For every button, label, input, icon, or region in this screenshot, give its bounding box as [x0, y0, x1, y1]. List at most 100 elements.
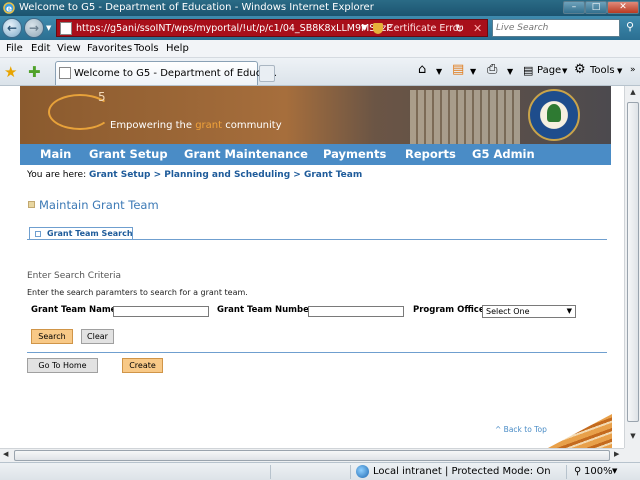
- close-window-button[interactable]: ✕: [607, 1, 639, 14]
- menu-view[interactable]: View: [57, 43, 81, 54]
- scroll-down-icon[interactable]: ▼: [627, 432, 639, 444]
- library-shelves-image: [410, 90, 520, 144]
- status-separator: [270, 465, 271, 479]
- nav-reports[interactable]: Reports: [405, 147, 456, 161]
- scroll-left-icon[interactable]: ◀: [3, 450, 8, 458]
- horizontal-scroll-thumb[interactable]: [14, 450, 610, 461]
- zoom-dropdown-icon[interactable]: ▼: [612, 467, 617, 475]
- chevron-right-icon[interactable]: »: [630, 65, 636, 75]
- live-search-box[interactable]: [492, 19, 620, 37]
- url-dropdown-icon[interactable]: ▼: [361, 23, 367, 32]
- page-menu[interactable]: Page: [537, 65, 561, 76]
- stop-icon[interactable]: ✕: [473, 22, 482, 35]
- zoom-level[interactable]: 100%: [584, 466, 613, 477]
- tagline-highlight: grant: [195, 120, 223, 131]
- forward-arrow-icon: →: [28, 21, 40, 35]
- menu-file[interactable]: File: [6, 43, 23, 54]
- chevron-down-icon: ▼: [566, 307, 572, 315]
- search-icon[interactable]: ⚲: [622, 20, 638, 36]
- breadcrumb-path[interactable]: Grant Setup > Planning and Scheduling > …: [89, 170, 362, 180]
- nav-grant-setup[interactable]: Grant Setup: [89, 147, 168, 161]
- tab-box-icon: [35, 231, 41, 237]
- breadcrumb: You are here: Grant Setup > Planning and…: [27, 170, 362, 180]
- program-office-select[interactable]: Select One ▼: [482, 305, 576, 318]
- vertical-scroll-thumb[interactable]: [627, 102, 639, 422]
- menu-help[interactable]: Help: [166, 43, 189, 54]
- tagline-before: Empowering the: [110, 120, 196, 131]
- team-number-label: Grant Team Number: [217, 305, 314, 315]
- team-name-label: Grant Team Name: [31, 305, 117, 315]
- address-bar: ← → ▼ https://g5ani/ssoINT/wps/myportal/…: [0, 16, 640, 40]
- print-icon[interactable]: ⎙: [487, 62, 497, 77]
- globe-icon: [356, 465, 369, 478]
- status-separator: [350, 465, 351, 479]
- back-button[interactable]: ←: [2, 18, 22, 38]
- live-search-input[interactable]: [493, 20, 603, 36]
- certificate-shield-icon: [373, 23, 383, 34]
- tab-grant-team-search-label: Grant Team Search: [47, 229, 133, 238]
- forward-button[interactable]: →: [24, 18, 44, 38]
- home-icon[interactable]: ⌂: [418, 62, 426, 77]
- clear-button[interactable]: Clear: [81, 329, 114, 344]
- team-number-input[interactable]: [308, 306, 404, 317]
- horizontal-scrollbar[interactable]: ◀ ▶: [0, 448, 624, 462]
- url-text[interactable]: https://g5ani/ssoINT/wps/myportal/!ut/p/…: [76, 23, 392, 34]
- tab-page-icon: [59, 67, 71, 79]
- page-title-text: Maintain Grant Team: [39, 198, 159, 212]
- department-seal-icon: [528, 89, 580, 141]
- vertical-scrollbar[interactable]: ▲ ▼: [624, 86, 640, 448]
- page-menu-icon: ▤: [523, 64, 534, 77]
- menu-tools[interactable]: Tools: [134, 43, 159, 54]
- add-favorite-icon[interactable]: ✚: [28, 63, 41, 81]
- search-button[interactable]: Search: [31, 329, 73, 344]
- g5-logo-text: 5: [98, 90, 106, 104]
- scroll-up-icon[interactable]: ▲: [627, 88, 639, 100]
- home-dropdown-icon[interactable]: ▼: [436, 67, 442, 76]
- banner-tagline: Empowering the grant community: [110, 120, 282, 131]
- page-icon: [60, 22, 72, 35]
- team-name-input[interactable]: [113, 306, 209, 317]
- menu-edit[interactable]: Edit: [31, 43, 50, 54]
- section-divider: [27, 352, 607, 353]
- status-bar: Local intranet | Protected Mode: On ⚲ 10…: [0, 462, 640, 480]
- tools-menu-dropdown-icon[interactable]: ▼: [617, 67, 622, 75]
- criteria-heading: Enter Search Criteria: [27, 271, 122, 281]
- window-title: Welcome to G5 - Department of Education …: [19, 2, 374, 13]
- g5-banner: 5 Empowering the grant community: [20, 86, 611, 144]
- back-to-top-link[interactable]: ^ Back to Top: [495, 425, 547, 434]
- tools-menu[interactable]: Tools: [590, 65, 615, 76]
- menu-favorites[interactable]: Favorites: [87, 43, 132, 54]
- nav-grant-maintenance[interactable]: Grant Maintenance: [184, 147, 308, 161]
- title-bullet-icon: [28, 201, 35, 208]
- print-dropdown-icon[interactable]: ▼: [507, 67, 513, 76]
- page-viewport: 5 Empowering the grant community Main Gr…: [0, 86, 624, 448]
- status-separator: [566, 465, 567, 479]
- nav-g5-admin[interactable]: G5 Admin: [472, 147, 535, 161]
- maximize-button[interactable]: □: [585, 1, 607, 14]
- program-office-label: Program Office: [413, 305, 485, 315]
- minimize-button[interactable]: –: [563, 1, 585, 14]
- browser-tab[interactable]: Welcome to G5 - Department of Educa...: [55, 61, 277, 85]
- security-zone[interactable]: Local intranet | Protected Mode: On: [373, 466, 551, 477]
- recent-pages-dropdown-icon[interactable]: ▼: [46, 24, 51, 32]
- refresh-icon[interactable]: ↻: [455, 22, 464, 35]
- scroll-right-icon[interactable]: ▶: [614, 450, 619, 458]
- rss-feed-icon[interactable]: ▤: [452, 62, 464, 77]
- nav-payments[interactable]: Payments: [323, 147, 386, 161]
- browser-tab-label: Welcome to G5 - Department of Educa...: [74, 68, 277, 79]
- page-menu-dropdown-icon[interactable]: ▼: [562, 67, 567, 75]
- zoom-magnifier-icon: ⚲: [574, 466, 582, 477]
- certificate-error-button[interactable]: Certificate Error: [387, 23, 463, 34]
- window-title-bar: e Welcome to G5 - Department of Educatio…: [0, 0, 640, 16]
- favorites-star-icon[interactable]: ★: [4, 63, 17, 81]
- nav-main[interactable]: Main: [40, 147, 71, 161]
- tools-gear-icon: ⚙: [574, 62, 586, 77]
- feed-dropdown-icon[interactable]: ▼: [470, 67, 476, 76]
- new-tab-button[interactable]: [259, 65, 275, 82]
- url-box[interactable]: https://g5ani/ssoINT/wps/myportal/!ut/p/…: [56, 19, 488, 37]
- tagline-after: community: [222, 120, 282, 131]
- command-bar: ★ ✚ Welcome to G5 - Department of Educa.…: [0, 58, 640, 86]
- breadcrumb-prefix: You are here:: [27, 170, 89, 180]
- go-to-home-button[interactable]: Go To Home: [27, 358, 98, 373]
- create-button[interactable]: Create: [122, 358, 163, 373]
